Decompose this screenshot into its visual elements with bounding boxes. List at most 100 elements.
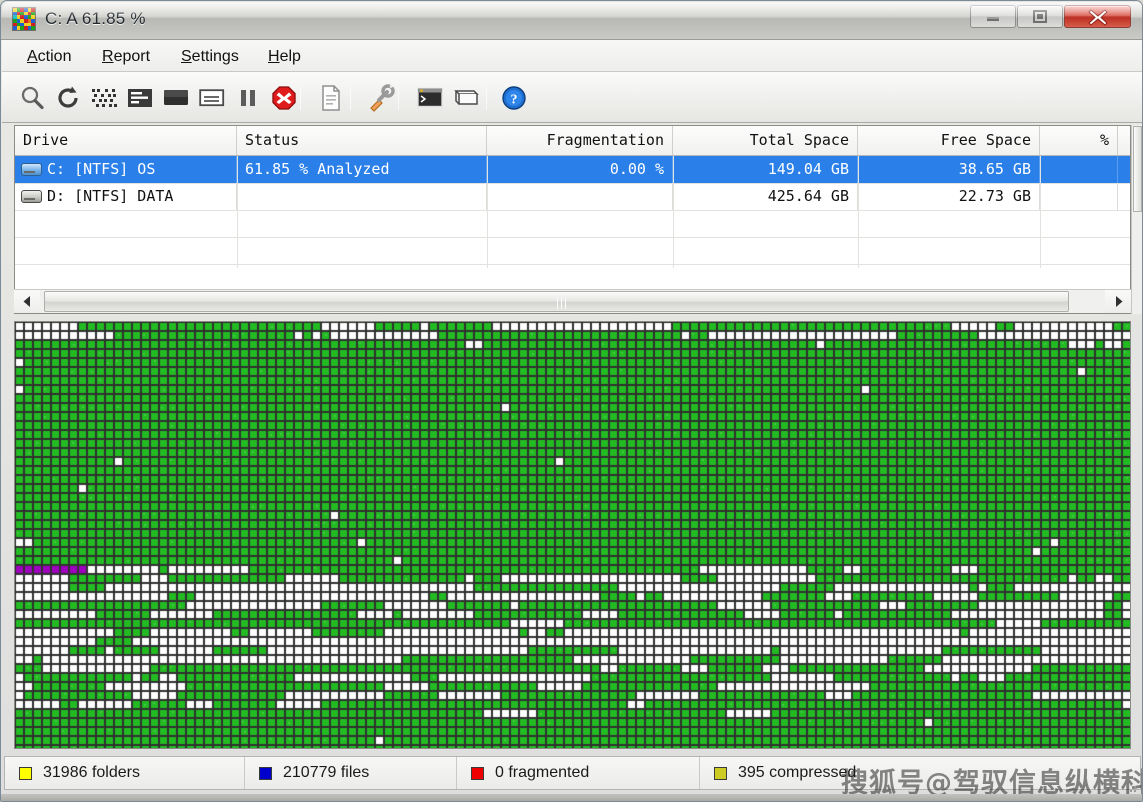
legend-label: 210779 files bbox=[283, 764, 369, 782]
drive-list-vertical-scrollbar[interactable] bbox=[1131, 125, 1142, 314]
column-divider bbox=[487, 156, 488, 268]
document-icon bbox=[320, 85, 342, 111]
log-button[interactable] bbox=[450, 82, 482, 114]
mosaic-icon bbox=[91, 87, 117, 109]
settings-button[interactable] bbox=[365, 82, 397, 114]
cell-fragmentation: 0.00 % bbox=[487, 156, 673, 183]
disk-cluster-map[interactable] bbox=[14, 321, 1131, 749]
defrag-mosaic-icon bbox=[12, 7, 36, 31]
drive-list[interactable]: DriveStatusFragmentationTotal SpaceFree … bbox=[14, 125, 1131, 314]
drive-row[interactable]: C: [NTFS] OS61.85 % Analyzed0.00 %149.04… bbox=[15, 156, 1131, 183]
row-divider bbox=[15, 210, 1131, 211]
column-divider bbox=[237, 156, 238, 268]
close-button[interactable] bbox=[1064, 5, 1131, 28]
help-button[interactable]: ? bbox=[498, 82, 530, 114]
toolbar-separator bbox=[398, 86, 399, 110]
compressed-panel: 395 compressed bbox=[700, 757, 1142, 789]
fragmented-panel: 0 fragmented bbox=[457, 757, 700, 789]
toolbar-separator bbox=[486, 86, 487, 110]
horizontal-scroll-thumb[interactable] bbox=[44, 291, 1069, 312]
minimize-icon bbox=[985, 12, 1001, 22]
grip-icon bbox=[557, 297, 568, 309]
row-divider bbox=[15, 264, 1131, 265]
vertical-scroll-thumb[interactable] bbox=[1133, 126, 1142, 212]
cell-free_space: 22.73 GB bbox=[858, 183, 1040, 210]
cell-percent bbox=[1040, 183, 1118, 210]
status-bar: 31986 folders 210779 files 0 fragmented 395… bbox=[4, 756, 1141, 790]
folders-panel: 31986 folders bbox=[5, 757, 245, 789]
defrag-application-window: C: A 61.85 % Action Report Settings Help bbox=[0, 0, 1143, 802]
optimize-button[interactable] bbox=[88, 82, 120, 114]
close-icon bbox=[1087, 8, 1109, 26]
cell-total_space: 425.64 GB bbox=[673, 183, 858, 210]
menu-item-report[interactable]: Report bbox=[95, 46, 157, 67]
legend-label: 0 fragmented bbox=[495, 764, 589, 782]
triangle-right-icon bbox=[1114, 296, 1123, 307]
scroll-right-button[interactable] bbox=[1105, 290, 1131, 313]
column-divider bbox=[1040, 156, 1041, 268]
drive-list-header: DriveStatusFragmentationTotal SpaceFree … bbox=[15, 126, 1131, 156]
cell-total_space: 149.04 GB bbox=[673, 156, 858, 183]
menu-item-help[interactable]: Help bbox=[261, 46, 308, 67]
window-bottom-edge bbox=[1, 794, 1143, 801]
window-button[interactable] bbox=[196, 82, 228, 114]
column-divider bbox=[858, 156, 859, 268]
column-header-total_space[interactable]: Total Space bbox=[673, 126, 858, 155]
legend-swatch bbox=[19, 767, 32, 780]
pause-icon bbox=[238, 87, 258, 109]
triangle-left-icon bbox=[23, 296, 32, 307]
drive-row[interactable]: D: [NTFS] DATA 425.64 GB22.73 GB bbox=[15, 183, 1131, 210]
cell-status: 61.85 % Analyzed bbox=[237, 156, 487, 183]
minimize-button[interactable] bbox=[970, 5, 1016, 28]
title-bar: C: A 61.85 % bbox=[1, 1, 1143, 40]
sort-button[interactable] bbox=[124, 82, 156, 114]
book-icon bbox=[453, 87, 479, 109]
column-divider bbox=[673, 156, 674, 268]
toolbar-separator bbox=[350, 86, 351, 110]
column-header-free_space[interactable]: Free Space bbox=[858, 126, 1040, 155]
scroll-left-button[interactable] bbox=[14, 290, 40, 313]
report-button[interactable] bbox=[315, 82, 347, 114]
stop-icon bbox=[271, 85, 297, 111]
window-title: C: A 61.85 % bbox=[45, 9, 146, 29]
cell-fragmentation bbox=[487, 183, 673, 210]
menu-item-settings[interactable]: Settings bbox=[174, 46, 246, 67]
stop-button[interactable] bbox=[268, 82, 300, 114]
column-header-drive[interactable]: Drive bbox=[15, 126, 237, 155]
svg-text:?: ? bbox=[511, 93, 518, 108]
screwdriver-icon bbox=[367, 84, 395, 112]
defragment-button[interactable] bbox=[52, 82, 84, 114]
legend-swatch bbox=[471, 767, 484, 780]
menu-bar: Action Report Settings Help bbox=[2, 40, 1143, 72]
toolbar-separator bbox=[300, 86, 301, 110]
terminal-icon bbox=[417, 87, 443, 109]
column-header-fragmentation[interactable]: Fragmentation bbox=[487, 126, 673, 155]
cell-free_space: 38.65 GB bbox=[858, 156, 1040, 183]
column-header-percent[interactable]: % bbox=[1040, 126, 1118, 155]
cell-status bbox=[237, 183, 487, 210]
column-header-status[interactable]: Status bbox=[237, 126, 487, 155]
pause-button[interactable] bbox=[232, 82, 264, 114]
window-icon bbox=[199, 88, 225, 108]
sort-list-icon bbox=[127, 87, 153, 109]
legend-swatch bbox=[714, 767, 727, 780]
analyze-button[interactable] bbox=[16, 82, 48, 114]
cell-drive: C: [NTFS] OS bbox=[15, 156, 237, 183]
toolbar: ? bbox=[2, 72, 1143, 123]
drive-list-horizontal-scrollbar[interactable] bbox=[14, 289, 1131, 313]
maximize-button[interactable] bbox=[1017, 5, 1063, 28]
console-button[interactable] bbox=[414, 82, 446, 114]
cell-drive: D: [NTFS] DATA bbox=[15, 183, 237, 210]
restore-icon bbox=[1032, 10, 1048, 24]
legend-label: 395 compressed bbox=[738, 764, 856, 782]
help-icon: ? bbox=[501, 85, 527, 111]
menu-item-action[interactable]: Action bbox=[20, 46, 78, 67]
disk-map-canvas[interactable] bbox=[15, 322, 1130, 748]
files-panel: 210779 files bbox=[245, 757, 457, 789]
monitor-icon bbox=[163, 88, 189, 108]
row-divider bbox=[15, 237, 1131, 238]
cell-percent bbox=[1040, 156, 1118, 183]
screen-button[interactable] bbox=[160, 82, 192, 114]
magnifier-icon bbox=[19, 85, 45, 111]
refresh-icon bbox=[55, 85, 81, 111]
